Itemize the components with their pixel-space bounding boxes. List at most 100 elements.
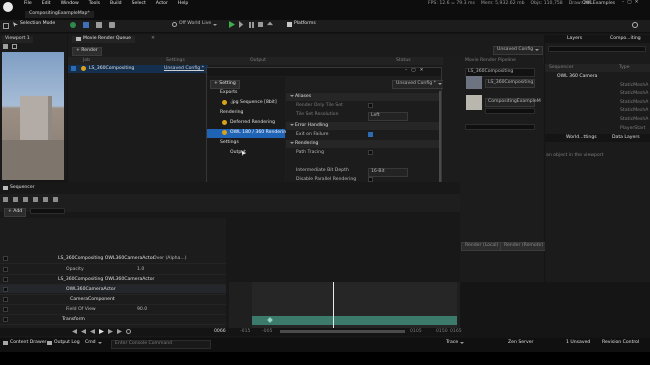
property-section-label[interactable]: Error Handling [295,123,328,129]
current-frame[interactable]: 0066 [214,329,226,335]
track-label[interactable]: Field Of View [66,307,96,313]
revision-control-button[interactable]: Revision Control [602,340,639,346]
add-setting-button[interactable]: + Setting [210,80,240,89]
jump-end-icon[interactable] [117,329,122,334]
render-remote-button[interactable]: Render (Remote) [500,242,548,251]
menu-item-select[interactable]: Select [132,1,146,7]
tab-data-layers[interactable]: Data Layers [612,135,640,141]
playhead[interactable] [333,282,334,328]
property-checkbox[interactable] [368,103,373,108]
step-forward-icon[interactable] [108,329,113,334]
play-icon[interactable] [229,21,235,28]
track-toggle[interactable] [3,307,8,312]
menu-item-tools[interactable]: Tools [89,1,100,7]
render-local-button[interactable]: Render (Local) [461,242,503,251]
property-checkbox[interactable] [368,132,373,137]
save-sequence-icon[interactable] [3,197,8,202]
pipeline-field-1[interactable] [485,108,535,114]
stop-icon[interactable] [258,22,263,27]
play-forward-icon[interactable] [99,329,104,334]
dialog-window-controls[interactable]: –▢✕ [405,68,428,74]
property-scrollbar[interactable] [439,91,441,191]
tab-world-settings[interactable]: World...ttings [566,135,597,141]
property-value-dropdown[interactable]: 16-Bit [368,168,408,177]
settings-button[interactable] [632,22,638,28]
outliner-item-type[interactable]: StaticMeshA [620,100,648,106]
build-icon[interactable] [109,22,115,28]
track-label[interactable]: Transform [62,317,85,323]
eject-icon[interactable] [267,21,273,26]
cinematics-icon[interactable] [96,22,102,28]
settings-category-5[interactable]: Settings [220,140,239,146]
settings-icon[interactable] [53,197,58,202]
track-toggle[interactable] [3,297,8,302]
filter-icon[interactable] [43,197,48,202]
cmd-dropdown[interactable]: Cmd [85,340,102,346]
viewport-toolbar[interactable] [3,44,17,49]
selection-mode-button[interactable]: Selection Mode [13,22,55,27]
track-search[interactable] [30,208,65,214]
track-value[interactable]: 1.0 [137,267,144,273]
pipeline-composite-dropdown[interactable]: CompositingExampleM [485,98,541,107]
settings-category-4[interactable]: OWL 180 / 360 Rendering [230,130,289,136]
outliner-search[interactable] [548,46,646,52]
outliner-item[interactable]: OWL 360 Camera [557,74,597,80]
col-job[interactable]: Job [83,58,90,64]
track-label[interactable]: CameraComponent [70,297,115,303]
tab-layers[interactable]: Layers [567,36,582,42]
settings-category-2[interactable]: Rendering [220,110,243,116]
col-status[interactable]: Status [396,58,411,64]
loop-icon[interactable] [126,329,131,334]
outliner-col-sequencer[interactable]: Sequencer [549,65,574,71]
property-value-dropdown[interactable]: Left [368,112,408,121]
track-label[interactable]: LS_360Compositing OWL360CameraActor [58,256,154,262]
blueprint-icon[interactable] [83,22,89,28]
jump-start-icon[interactable] [72,329,77,334]
menu-item-actor[interactable]: Actor [156,1,168,7]
outliner-item-type[interactable]: StaticMeshA [620,92,648,97]
unsaved-button[interactable]: 1 Unsaved [566,340,590,346]
render-button[interactable]: + Render [72,47,102,56]
track-toggle[interactable] [3,287,8,292]
camera-icon[interactable] [13,197,18,202]
outliner-item-type[interactable]: StaticMeshA [620,117,648,123]
settings-category-0[interactable]: Exports [220,90,237,96]
track-toggle[interactable] [3,267,8,272]
sequencer-tool-icons[interactable] [3,197,58,202]
mrq-tab[interactable]: Movie Render Queue [72,36,135,43]
track-label[interactable]: Opacity [66,267,84,273]
sequencer-tab[interactable]: Sequencer [3,185,35,191]
menu-item-file[interactable]: File [24,1,32,7]
snap-icon[interactable] [33,197,38,202]
play-controls[interactable] [229,21,273,28]
render-icon[interactable] [23,197,28,202]
settings-category-3[interactable]: Deferred Rendering [230,120,275,126]
window-controls[interactable]: –▢✕ [622,0,642,6]
track-value[interactable]: 90.0 [137,307,147,313]
track-value[interactable]: Over (Alpha...) [153,256,187,262]
play-reverse-icon[interactable] [90,329,95,334]
timeline-scrollbar[interactable] [280,330,405,333]
timeline-section-bar[interactable] [252,316,457,325]
trace-button[interactable]: Trace [446,340,465,346]
mrq-close-icon[interactable]: ✕ [151,36,155,42]
outliner-item-type[interactable]: StaticMeshA [620,83,648,89]
outliner-col-type[interactable]: Type [619,65,630,71]
menu-item-help[interactable]: Help [178,1,188,7]
output-log-button[interactable]: Output Log [47,340,80,346]
pause-icon[interactable] [249,21,254,28]
world-selector[interactable]: Off World Live [172,22,218,27]
col-settings[interactable]: Settings [166,58,185,64]
job-name[interactable]: LS_360Compositing [89,66,134,72]
pipeline-field-2[interactable] [465,124,535,130]
add-track-button[interactable]: + Add [4,208,27,217]
property-section-label[interactable]: Rendering [295,141,318,147]
skip-icon[interactable] [239,21,244,28]
perspective-icon[interactable] [12,44,17,49]
preset-dropdown[interactable]: Unsaved Config * [392,80,446,89]
mode-icons[interactable] [70,22,115,28]
col-output[interactable]: Output [250,58,266,64]
outliner-item-type[interactable]: PlayerStart [620,126,646,132]
pipeline-sequence-dropdown[interactable]: LS_360Compositing [485,79,535,88]
menu-item-build[interactable]: Build [110,1,122,7]
